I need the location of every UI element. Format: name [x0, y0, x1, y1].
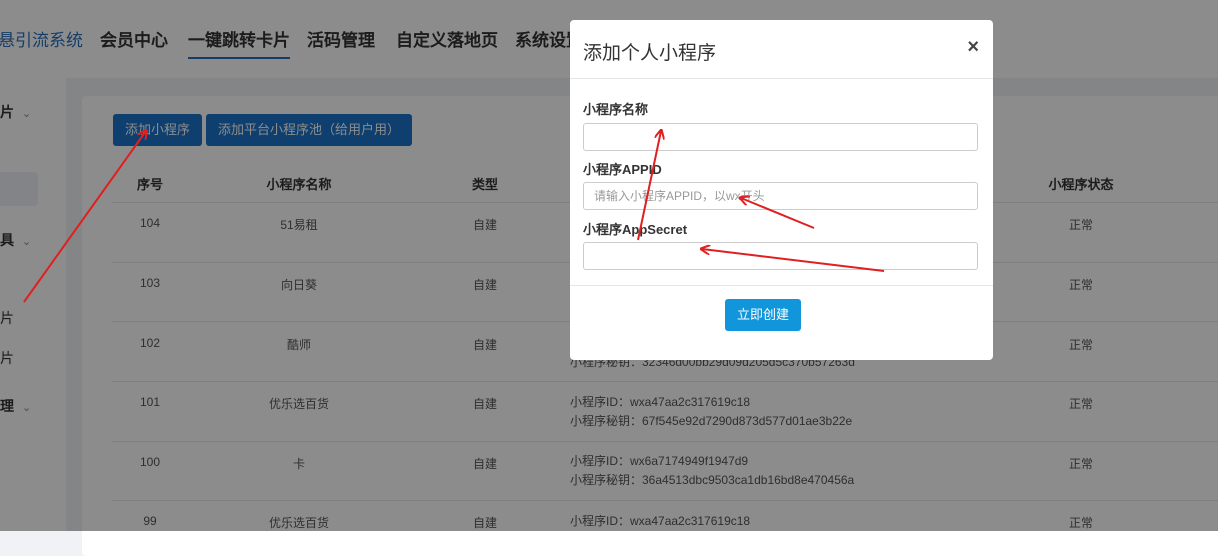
annotation-arrows — [23, 0, 885, 303]
arrow-to-name-input — [637, 131, 661, 241]
arrow-to-secret-input — [702, 249, 885, 272]
arrow-to-appid-input — [741, 198, 815, 229]
arrow-to-add-button — [23, 131, 146, 303]
